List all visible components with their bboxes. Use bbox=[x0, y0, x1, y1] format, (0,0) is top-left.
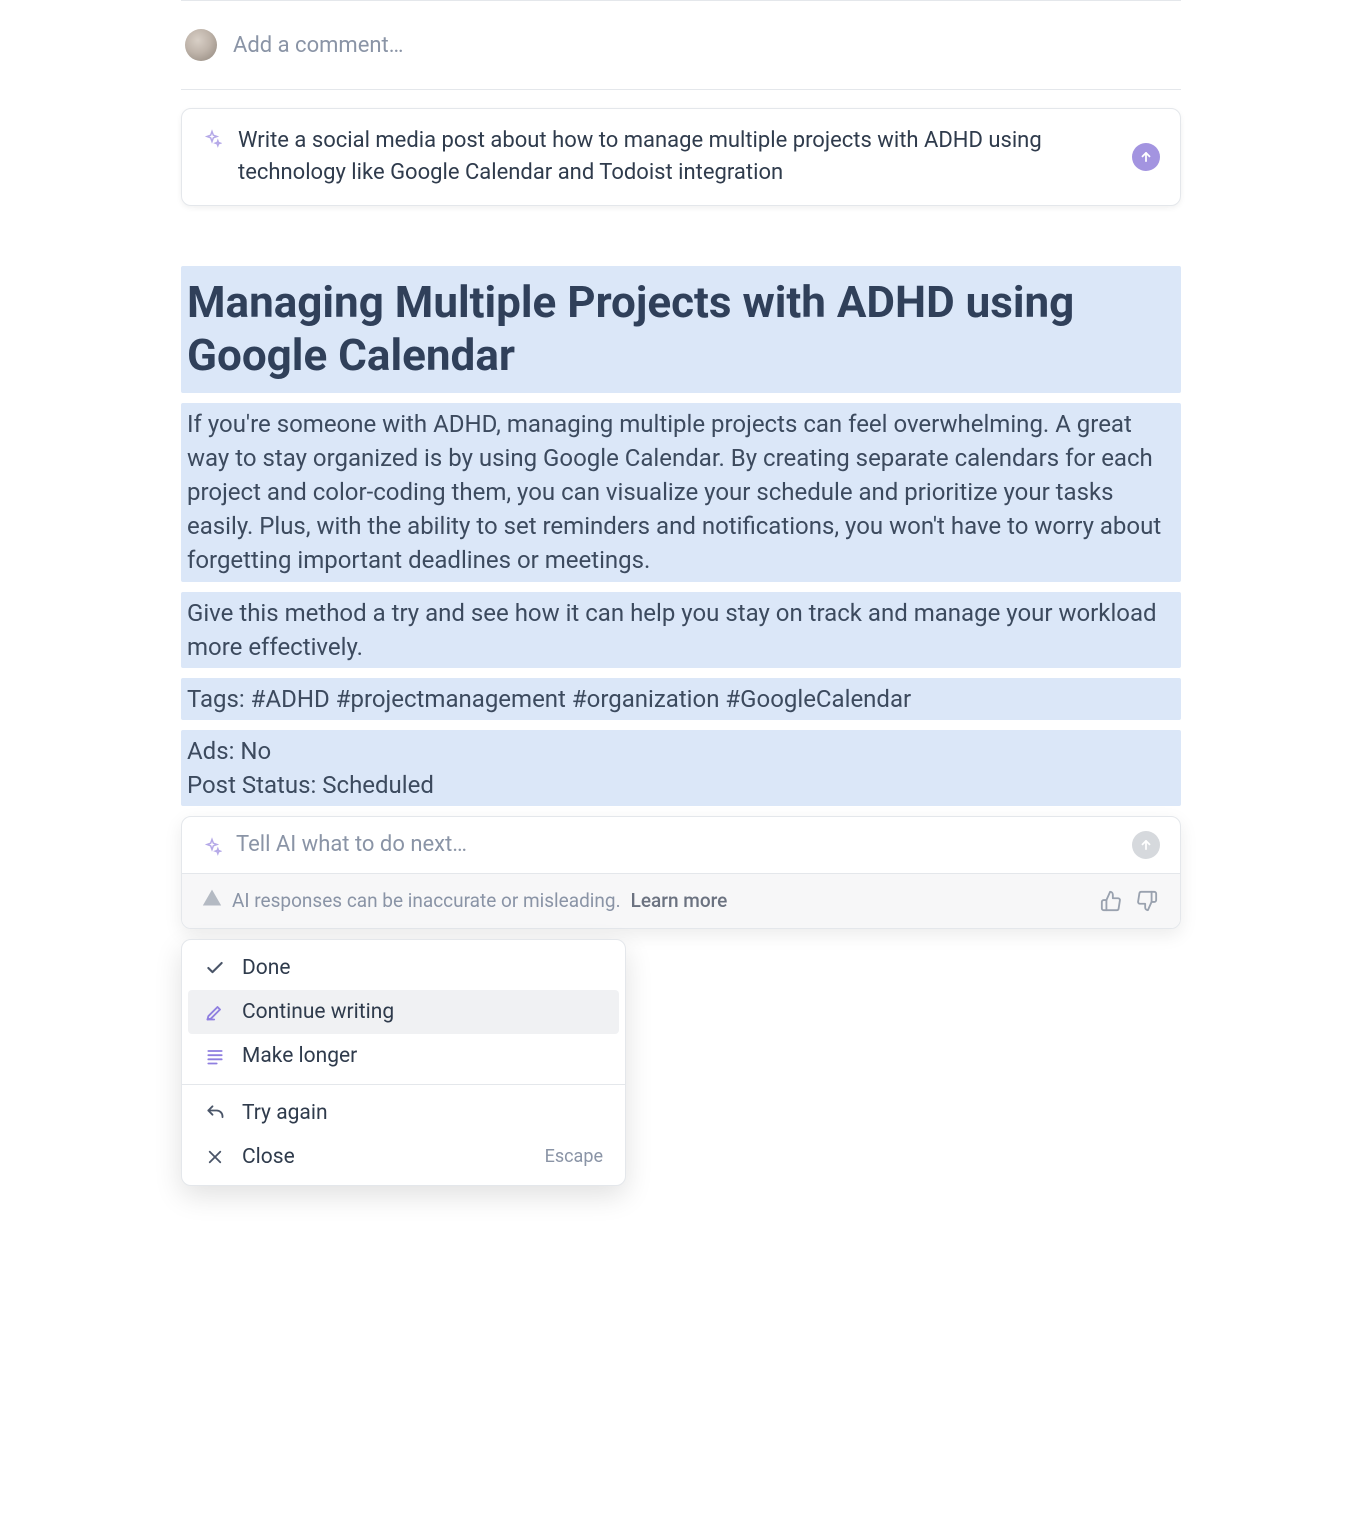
output-tags: Tags: #ADHD #projectmanagement #organiza… bbox=[181, 678, 1181, 720]
arrow-up-icon bbox=[1139, 150, 1153, 164]
menu-divider bbox=[182, 1084, 625, 1085]
output-title: Managing Multiple Projects with ADHD usi… bbox=[181, 266, 1181, 393]
ai-prompt-card: Write a social media post about how to m… bbox=[181, 108, 1181, 206]
avatar[interactable] bbox=[185, 29, 217, 61]
thumbs-up-button[interactable] bbox=[1098, 888, 1124, 914]
learn-more-link[interactable]: Learn more bbox=[631, 889, 728, 912]
arrow-up-icon bbox=[1139, 838, 1153, 852]
thumbs-up-icon bbox=[1100, 890, 1122, 912]
sparkle-icon bbox=[202, 129, 222, 149]
disclaimer-text: AI responses can be inaccurate or mislea… bbox=[232, 889, 621, 912]
menu-item-label: Make longer bbox=[242, 1044, 357, 1068]
divider bbox=[181, 0, 1181, 1]
keyboard-hint: Escape bbox=[545, 1146, 603, 1167]
menu-item-label: Continue writing bbox=[242, 1000, 394, 1024]
warning-icon bbox=[202, 888, 222, 913]
menu-item-close[interactable]: Close Escape bbox=[182, 1135, 625, 1179]
ai-output: Managing Multiple Projects with ADHD usi… bbox=[181, 266, 1181, 806]
comment-input[interactable]: Add a comment… bbox=[233, 33, 403, 58]
ai-next-input[interactable]: Tell AI what to do next… bbox=[236, 832, 1118, 857]
menu-item-try-again[interactable]: Try again bbox=[182, 1091, 625, 1135]
ai-prompt-text[interactable]: Write a social media post about how to m… bbox=[238, 125, 1116, 189]
output-paragraph: Give this method a try and see how it ca… bbox=[181, 592, 1181, 668]
output-paragraph: If you're someone with ADHD, managing mu… bbox=[181, 403, 1181, 581]
output-meta: Ads: No Post Status: Scheduled bbox=[181, 730, 1181, 806]
sparkle-icon bbox=[202, 837, 222, 857]
pencil-icon bbox=[204, 1001, 226, 1023]
menu-item-label: Done bbox=[242, 956, 291, 980]
comment-row: Add a comment… bbox=[181, 19, 1181, 89]
lines-icon bbox=[204, 1045, 226, 1067]
submit-next-button[interactable] bbox=[1132, 831, 1160, 859]
menu-item-continue-writing[interactable]: Continue writing bbox=[188, 990, 619, 1034]
undo-icon bbox=[204, 1102, 226, 1124]
divider bbox=[181, 89, 1181, 90]
menu-item-label: Try again bbox=[242, 1101, 328, 1125]
menu-item-make-longer[interactable]: Make longer bbox=[182, 1034, 625, 1078]
thumbs-down-button[interactable] bbox=[1134, 888, 1160, 914]
thumbs-down-icon bbox=[1136, 890, 1158, 912]
menu-item-label: Close bbox=[242, 1145, 295, 1169]
close-icon bbox=[204, 1146, 226, 1168]
submit-prompt-button[interactable] bbox=[1132, 143, 1160, 171]
check-icon bbox=[204, 957, 226, 979]
ai-action-menu: Done Continue writing Make longer Try ag… bbox=[181, 939, 626, 1186]
menu-item-done[interactable]: Done bbox=[182, 946, 625, 990]
ai-next-card: Tell AI what to do next… AI responses ca… bbox=[181, 816, 1181, 929]
